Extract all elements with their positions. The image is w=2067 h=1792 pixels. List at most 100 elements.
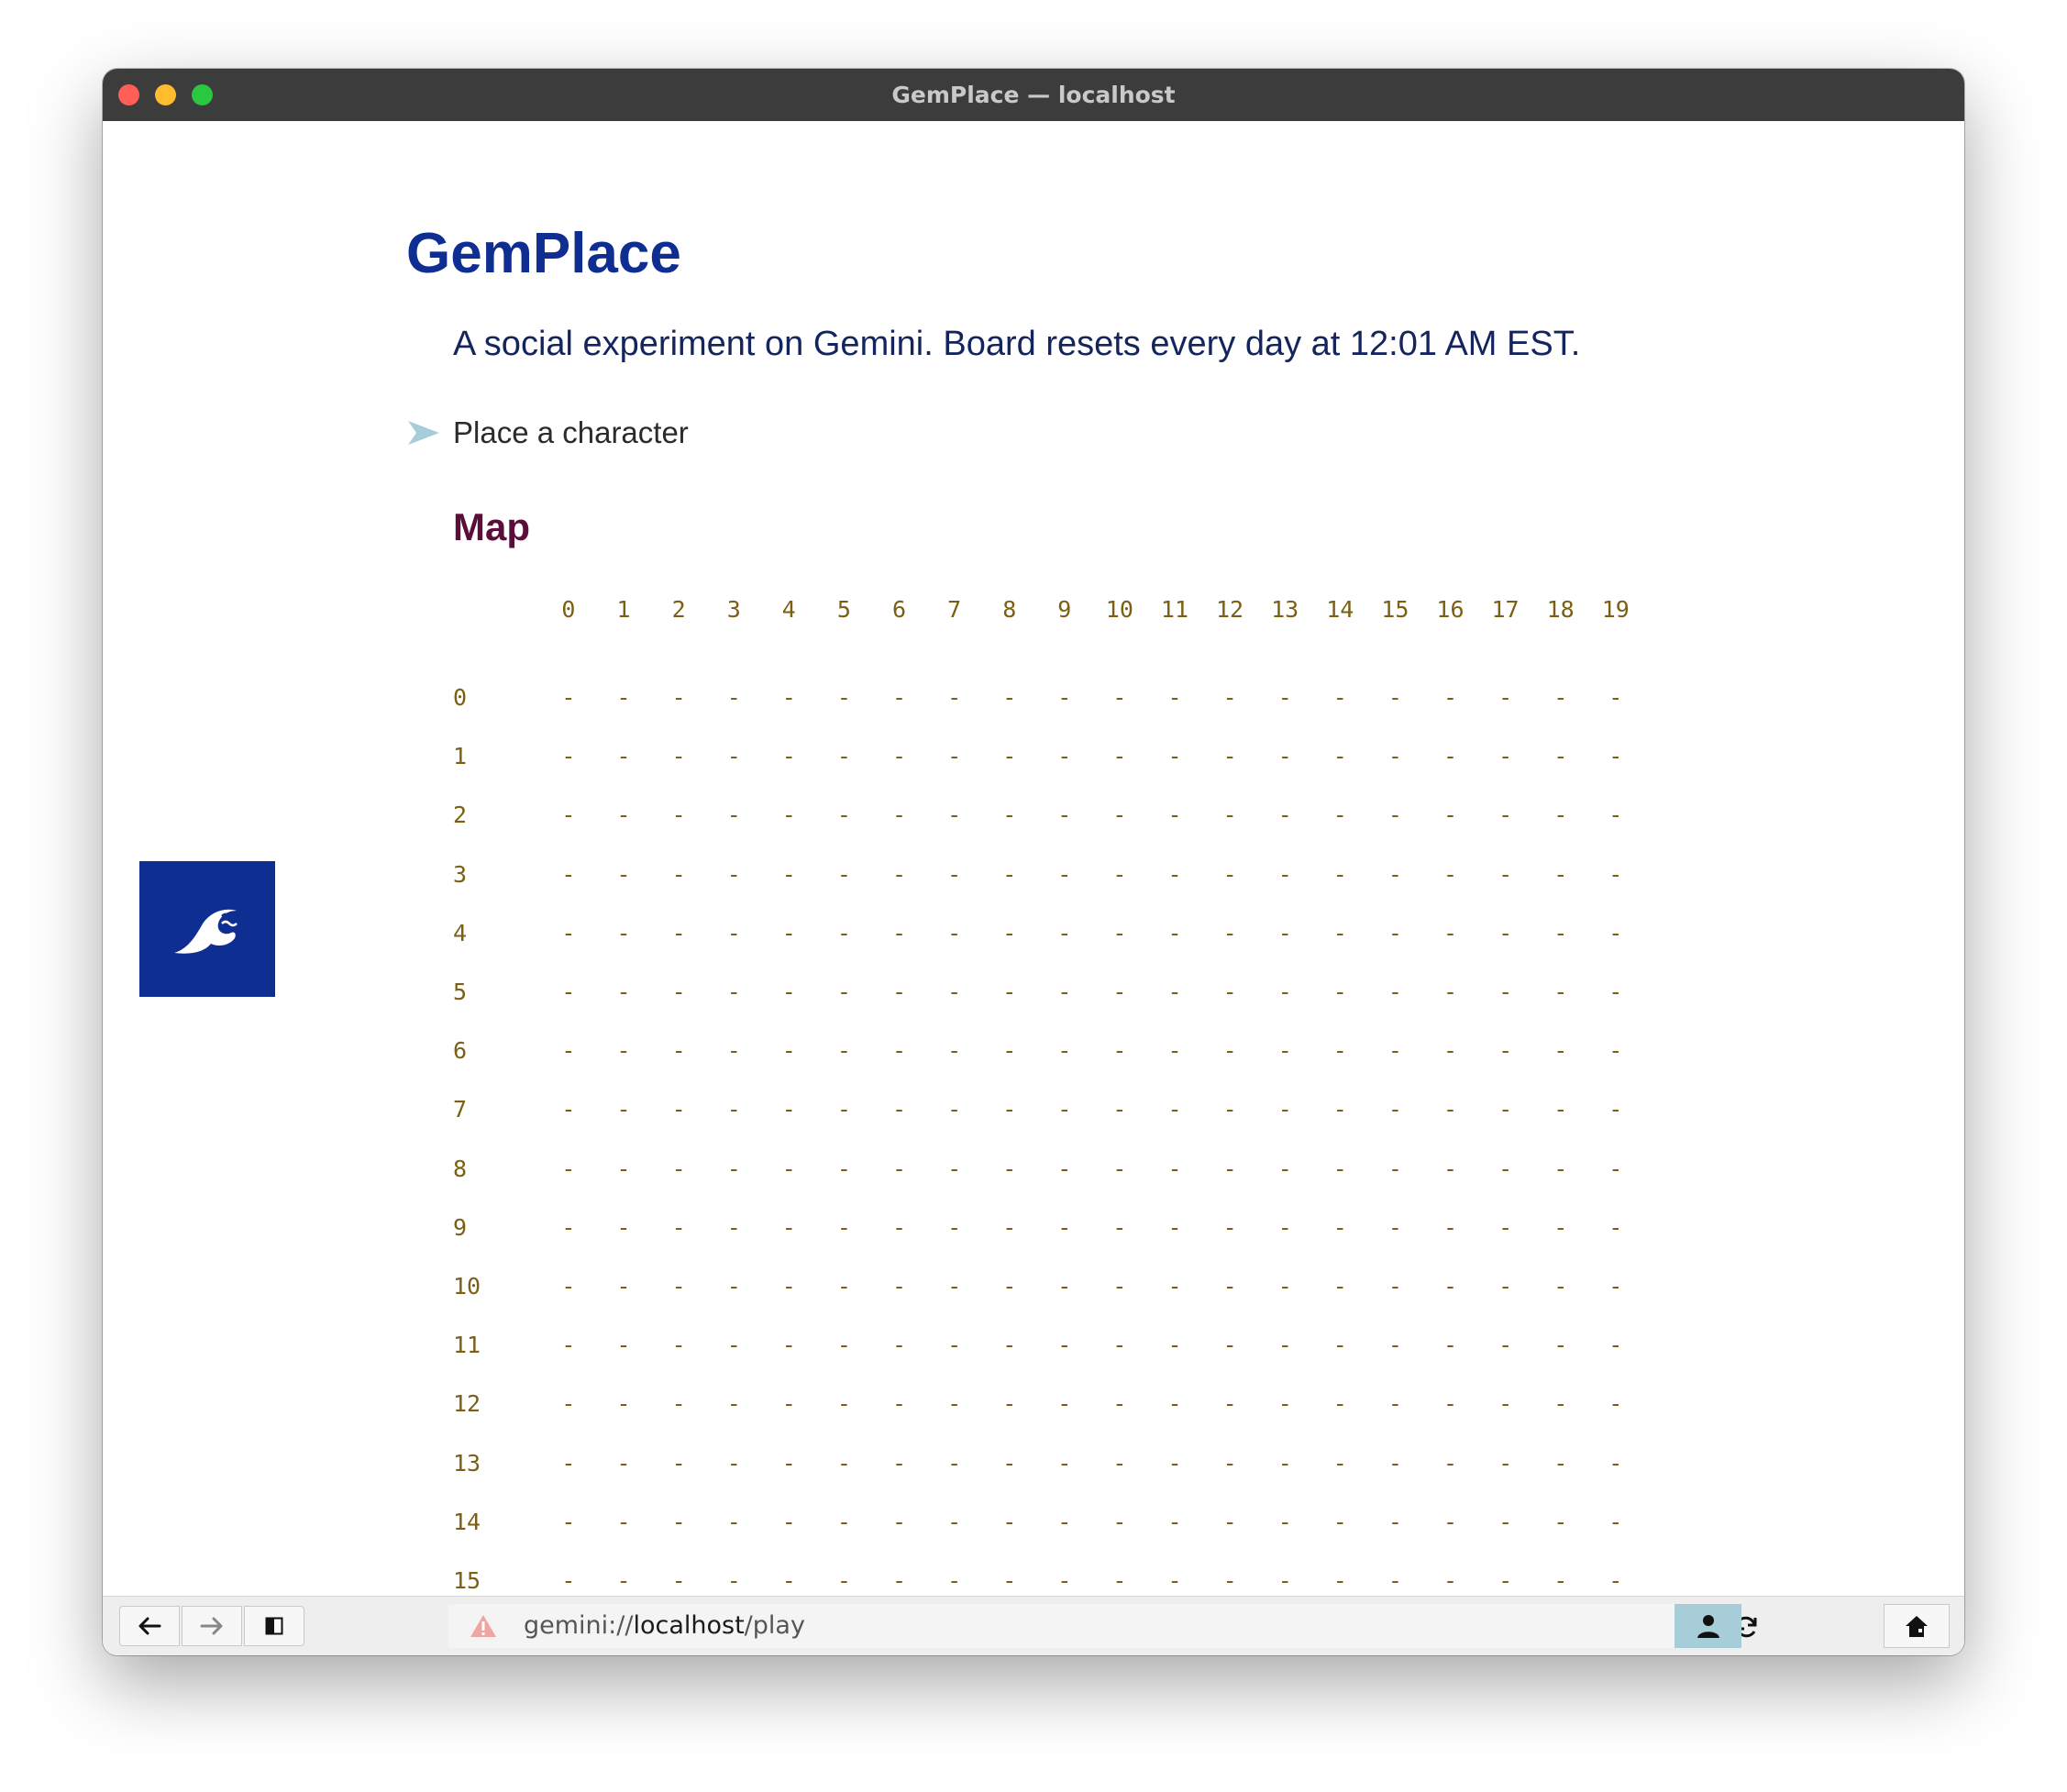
map-cell: - [947,1390,962,1418]
map-cell: - [1112,1332,1127,1359]
map-cell: - [1332,1273,1347,1300]
arrow-left-icon [138,1617,161,1635]
map-cell: - [671,979,686,1005]
map-cell: - [616,743,631,770]
map-cell: - [1112,1390,1127,1418]
map-cell: - [1332,1213,1347,1241]
map-cell: - [836,1273,851,1300]
map-cell: - [1057,1273,1072,1300]
url-text[interactable]: gemini://localhost/play [524,1604,805,1648]
map-cell: - [1112,1213,1127,1241]
map-cell: - [1167,802,1182,829]
map-cell: - [947,1213,962,1241]
map-cell: - [726,802,741,829]
map-cell: - [1498,919,1513,946]
map-cell: - [671,1508,686,1535]
map-cell: - [1608,1508,1623,1535]
map-column-label: 3 [726,596,741,623]
map-cell: - [1277,684,1292,711]
map-cell: - [1443,1273,1458,1300]
back-button[interactable] [119,1606,180,1646]
map-row-label: 8 [453,1155,468,1182]
map-cell: - [892,1567,907,1594]
map-cell: - [616,1508,631,1535]
map-cell: - [1002,860,1017,888]
map-cell: - [1498,1273,1513,1300]
map-cell: - [1498,1213,1513,1241]
map-cell: - [836,743,851,770]
map-cell: - [1553,979,1568,1005]
map-cell: - [781,802,796,829]
url-bar[interactable]: gemini://localhost/play [448,1604,1757,1648]
map-column-label: 2 [671,596,686,623]
map-cell: - [947,1332,962,1359]
map-cell: - [1277,1449,1292,1477]
map-cell: - [1002,1332,1017,1359]
map-cell: - [1443,979,1458,1005]
map-cell: - [1332,802,1347,829]
map-cell: - [1553,1213,1568,1241]
forward-button[interactable] [182,1606,242,1646]
map-cell: - [1608,860,1623,888]
url-host: localhost [633,1611,745,1640]
map-cell: - [616,860,631,888]
home-button[interactable] [1884,1604,1950,1648]
map-cell: - [1222,919,1237,946]
map-cell: - [1387,979,1402,1005]
map-cell: - [616,1390,631,1418]
map-cell: - [947,1508,962,1535]
map-cell: - [1332,684,1347,711]
map-cell: - [892,860,907,888]
map-cell: - [892,1213,907,1241]
map-cell: - [1277,1155,1292,1182]
map-cell: - [1167,1390,1182,1418]
map-cell: - [561,802,576,829]
map-cell: - [1277,1508,1292,1535]
map-column-label: 19 [1601,596,1630,623]
map-cell: - [1387,1567,1402,1594]
map-cell: - [1553,684,1568,711]
map-cell: - [671,743,686,770]
map-cell: - [1277,979,1292,1005]
sidebar-toggle-button[interactable] [244,1606,304,1646]
map-cell: - [1002,1213,1017,1241]
map-cell: - [892,979,907,1005]
map-cell: - [1443,1155,1458,1182]
map-cell: - [892,1155,907,1182]
map-cell: - [781,860,796,888]
map-cell: - [1057,1449,1072,1477]
map-cell: - [726,919,741,946]
map-cell: - [1167,684,1182,711]
map-cell: - [947,1096,962,1123]
map-cell: - [781,1390,796,1418]
map-cell: - [1387,1037,1402,1065]
map-cell: - [1498,979,1513,1005]
map-cell: - [671,802,686,829]
identity-button[interactable] [1675,1604,1741,1648]
map-cell: - [1553,919,1568,946]
map-cell: - [892,1390,907,1418]
map-cell: - [1222,1273,1237,1300]
map-column-label: 11 [1160,596,1188,623]
map-cell: - [1057,802,1072,829]
map-cell: - [1002,1273,1017,1300]
map-cell: - [1332,743,1347,770]
warning-icon[interactable] [469,1613,498,1639]
map-cell: - [1498,743,1513,770]
map-cell: - [781,1213,796,1241]
map-cell: - [1553,1449,1568,1477]
map-cell: - [616,1273,631,1300]
map-column-label: 17 [1491,596,1520,623]
map-cell: - [616,919,631,946]
map-cell: - [781,1096,796,1123]
map-row-label: 10 [453,1273,481,1300]
map-cell: - [726,1213,741,1241]
map-cell: - [1057,919,1072,946]
map-cell: - [781,1449,796,1477]
map-cell: - [1112,1037,1127,1065]
map-cell: - [1057,1332,1072,1359]
map-cell: - [1112,1273,1127,1300]
map-cell: - [947,860,962,888]
map-cell: - [616,802,631,829]
map-cell: - [1553,1155,1568,1182]
